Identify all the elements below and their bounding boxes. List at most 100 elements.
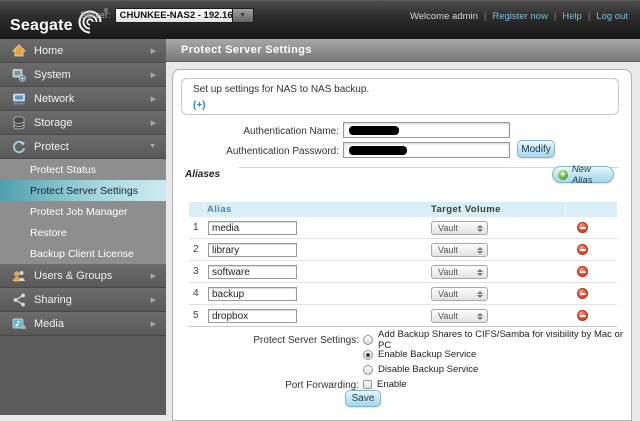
server-dropdown-arrow-icon[interactable]: ▼ bbox=[233, 8, 254, 23]
redacted-value bbox=[358, 148, 402, 155]
expand-link[interactable]: (+) bbox=[193, 100, 206, 111]
chevron-right-icon: ▶ bbox=[151, 272, 156, 280]
delete-alias-button[interactable] bbox=[577, 266, 588, 277]
subitem-label: Backup Client License bbox=[30, 248, 134, 260]
alias-input[interactable] bbox=[208, 287, 297, 301]
sidebar-item-label: Users & Groups bbox=[34, 270, 112, 282]
description-box: Set up settings for NAS to NAS backup. (… bbox=[181, 78, 619, 115]
alias-table: Alias Target Volume 1 Vault 2 Vault bbox=[189, 202, 617, 327]
server-label: Server: bbox=[80, 10, 111, 21]
new-alias-button[interactable]: New Alias bbox=[552, 166, 614, 183]
select-arrows-icon bbox=[477, 247, 483, 254]
column-divider bbox=[565, 202, 566, 217]
subitem-label: Protect Job Manager bbox=[30, 206, 127, 218]
sidebar-item-media[interactable]: Media ▶ bbox=[0, 312, 166, 336]
checkbox-icon[interactable] bbox=[363, 380, 372, 389]
select-arrows-icon bbox=[477, 225, 483, 232]
sidebar-item-protect[interactable]: Protect ▼ bbox=[0, 135, 166, 159]
select-arrows-icon bbox=[477, 313, 483, 320]
alias-table-header: Alias Target Volume bbox=[189, 202, 617, 217]
radio-icon[interactable] bbox=[363, 365, 373, 375]
sidebar-subitem-restore[interactable]: Restore bbox=[0, 222, 166, 243]
network-icon bbox=[11, 91, 27, 107]
option-disable-backup-service[interactable]: Disable Backup Service bbox=[363, 363, 478, 376]
sidebar-item-system[interactable]: System ▶ bbox=[0, 63, 166, 87]
delete-alias-button[interactable] bbox=[577, 288, 588, 299]
option-add-backup-shares[interactable]: Add Backup Shares to CIFS/Samba for visi… bbox=[363, 333, 631, 346]
column-divider bbox=[204, 202, 205, 217]
sidebar-item-storage[interactable]: Storage ▶ bbox=[0, 111, 166, 135]
save-button[interactable]: Save bbox=[345, 390, 381, 407]
target-volume-column-header: Target Volume bbox=[431, 204, 501, 215]
sidebar-subitem-protect-status[interactable]: Protect Status bbox=[0, 159, 166, 180]
table-row: 4 Vault bbox=[189, 283, 617, 305]
row-number: 1 bbox=[193, 222, 199, 233]
row-number: 4 bbox=[193, 288, 199, 299]
target-volume-select[interactable]: Vault bbox=[431, 287, 488, 301]
sidebar-item-home[interactable]: Home ▶ bbox=[0, 39, 166, 63]
alias-input[interactable] bbox=[208, 265, 297, 279]
welcome-text: Welcome admin bbox=[410, 11, 478, 22]
subitem-label: Protect Status bbox=[30, 164, 96, 176]
sidebar-item-users-groups[interactable]: Users & Groups ▶ bbox=[0, 264, 166, 288]
option-label: Enable bbox=[377, 379, 407, 390]
modify-button[interactable]: Modify bbox=[517, 140, 555, 158]
chevron-right-icon: ▶ bbox=[151, 296, 156, 304]
divider: | bbox=[484, 11, 486, 22]
target-volume-value: Vault bbox=[438, 267, 458, 277]
select-arrows-icon bbox=[477, 291, 483, 298]
table-row: 1 Vault bbox=[189, 217, 617, 239]
target-volume-select[interactable]: Vault bbox=[431, 243, 488, 257]
option-label: Enable Backup Service bbox=[378, 349, 476, 360]
help-link[interactable]: Help bbox=[562, 11, 582, 22]
row-number: 3 bbox=[193, 266, 199, 277]
new-alias-button-label: New Alias bbox=[572, 164, 613, 186]
auth-password-label: Authentication Password: bbox=[173, 146, 339, 157]
delete-alias-button[interactable] bbox=[577, 222, 588, 233]
page-header: Protect Server Settings bbox=[166, 39, 640, 62]
storage-icon bbox=[11, 115, 27, 131]
top-bar: Seagate ® Server: CHUNKEE-NAS2 - 192.168… bbox=[0, 0, 640, 39]
target-volume-select[interactable]: Vault bbox=[431, 221, 488, 235]
target-volume-select[interactable]: Vault bbox=[431, 265, 488, 279]
alias-input[interactable] bbox=[208, 309, 297, 323]
target-volume-value: Vault bbox=[438, 223, 458, 233]
table-row: 2 Vault bbox=[189, 239, 617, 261]
protect-icon bbox=[11, 139, 27, 155]
divider: | bbox=[554, 11, 556, 22]
register-now-link[interactable]: Register now bbox=[492, 11, 547, 22]
table-row: 3 Vault bbox=[189, 261, 617, 283]
port-forwarding-label: Port Forwarding: bbox=[173, 380, 359, 391]
server-dropdown[interactable]: CHUNKEE-NAS2 - 192.168.1.6 ▼ bbox=[115, 8, 254, 23]
sidebar-subitem-protect-job-manager[interactable]: Protect Job Manager bbox=[0, 201, 166, 222]
server-dropdown-value: CHUNKEE-NAS2 - 192.168.1.6 bbox=[115, 8, 233, 23]
target-volume-select[interactable]: Vault bbox=[431, 309, 488, 323]
protect-server-settings-label: Protect Server Settings: bbox=[173, 335, 359, 346]
sidebar-item-label: Protect bbox=[34, 141, 69, 153]
alias-input[interactable] bbox=[208, 243, 297, 257]
sidebar-subitem-backup-client-license[interactable]: Backup Client License bbox=[0, 243, 166, 264]
plus-icon bbox=[558, 170, 568, 180]
sharing-icon bbox=[11, 292, 27, 308]
sidebar-subitem-protect-server-settings[interactable]: Protect Server Settings bbox=[0, 180, 166, 201]
delete-alias-button[interactable] bbox=[577, 244, 588, 255]
logout-link[interactable]: Log out bbox=[596, 11, 628, 22]
user-links: Welcome admin | Register now | Help | Lo… bbox=[410, 11, 628, 22]
subitem-label: Protect Server Settings bbox=[30, 185, 138, 197]
subitem-label: Restore bbox=[30, 227, 67, 239]
sidebar-item-label: Storage bbox=[34, 117, 73, 129]
sidebar-item-sharing[interactable]: Sharing ▶ bbox=[0, 288, 166, 312]
sidebar-item-network[interactable]: Network ▶ bbox=[0, 87, 166, 111]
target-volume-value: Vault bbox=[438, 289, 458, 299]
alias-input[interactable] bbox=[208, 221, 297, 235]
radio-selected-icon[interactable] bbox=[363, 350, 373, 360]
delete-alias-button[interactable] bbox=[577, 310, 588, 321]
radio-icon[interactable] bbox=[363, 335, 373, 345]
sidebar-item-label: System bbox=[34, 69, 71, 81]
option-enable-backup-service[interactable]: Enable Backup Service bbox=[363, 348, 476, 361]
auth-name-input[interactable] bbox=[343, 122, 510, 138]
server-selector: Server: CHUNKEE-NAS2 - 192.168.1.6 ▼ bbox=[80, 8, 254, 23]
target-volume-value: Vault bbox=[438, 311, 458, 321]
sidebar-item-label: Home bbox=[34, 45, 63, 57]
auth-password-input[interactable] bbox=[343, 142, 510, 158]
